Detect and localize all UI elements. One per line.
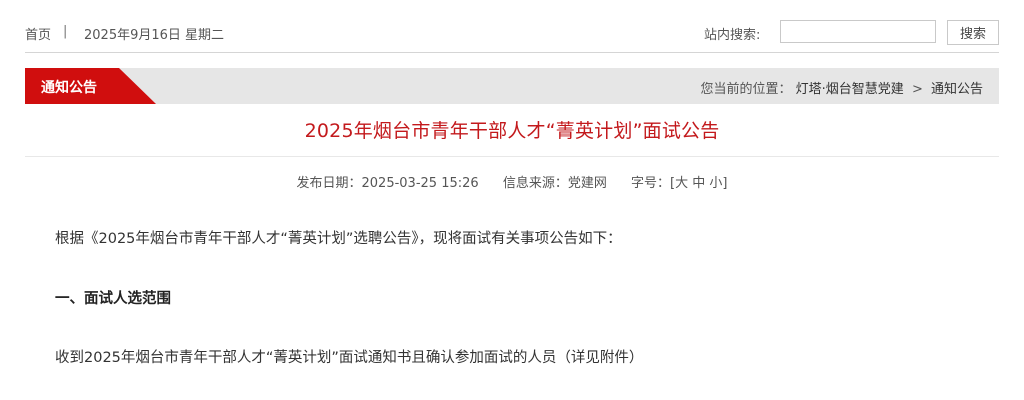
info-source-value: 党建网 [567,176,607,191]
info-source-label: 信息来源： [502,176,568,191]
title-divider [25,156,999,157]
search-input[interactable] [780,20,936,43]
search-label: 站内搜索: [704,28,761,43]
font-size-control: 字号：[大 中 小] [631,176,728,191]
info-source: 信息来源：党建网 [503,176,607,191]
font-size-small-button[interactable]: 小 [709,176,722,191]
article-meta: 发布日期：2025-03-25 15:26 信息来源：党建网 字号：[大 中 小… [25,172,999,191]
article-paragraph-candidates: 收到2025年烟台市青年干部人才“菁英计划”面试通知书且确认参加面试的人员（详见… [55,350,644,366]
font-size-medium-button[interactable]: 中 [692,176,705,191]
breadcrumb-item-notices[interactable]: 通知公告 [931,82,983,97]
font-size-large-button[interactable]: 大 [675,176,688,191]
page: 首页 | 2025年9月16日 星期二 站内搜索: 搜索 通知公告 您当前的位置… [0,0,1024,400]
publish-date: 发布日期：2025-03-25 15:26 [297,176,479,191]
article-section-heading: 一、面试人选范围 [55,291,171,307]
font-size-close-bracket: ] [722,176,728,191]
publish-date-label: 发布日期： [296,176,362,191]
article-title: 2025年烟台市青年干部人才“菁英计划”面试公告 [304,120,720,142]
section-tab-label: 通知公告 [41,80,97,96]
publish-date-value: 2025-03-25 15:26 [361,176,479,191]
top-bar: 首页 | 2025年9月16日 星期二 站内搜索: 搜索 [25,18,999,53]
breadcrumb-separator: > [911,82,923,97]
breadcrumb-item-home[interactable]: 灯塔·烟台智慧党建 [796,82,904,97]
section-tab: 通知公告 [25,68,156,104]
current-date: 2025年9月16日 星期二 [84,28,225,43]
breadcrumb-prefix: 您当前的位置： [700,82,792,97]
section-header-bar: 通知公告 您当前的位置： 灯塔·烟台智慧党建 > 通知公告 [25,68,999,104]
article-paragraph-intro: 根据《2025年烟台市青年干部人才“菁英计划”选聘公告》，现将面试有关事项公告如… [55,231,622,247]
top-bar-separator: | [63,24,68,39]
home-link[interactable]: 首页 [25,24,51,43]
search-button[interactable]: 搜索 [947,20,999,45]
font-size-label: 字号： [630,176,670,191]
breadcrumb: 您当前的位置： 灯塔·烟台智慧党建 > 通知公告 [701,78,984,97]
